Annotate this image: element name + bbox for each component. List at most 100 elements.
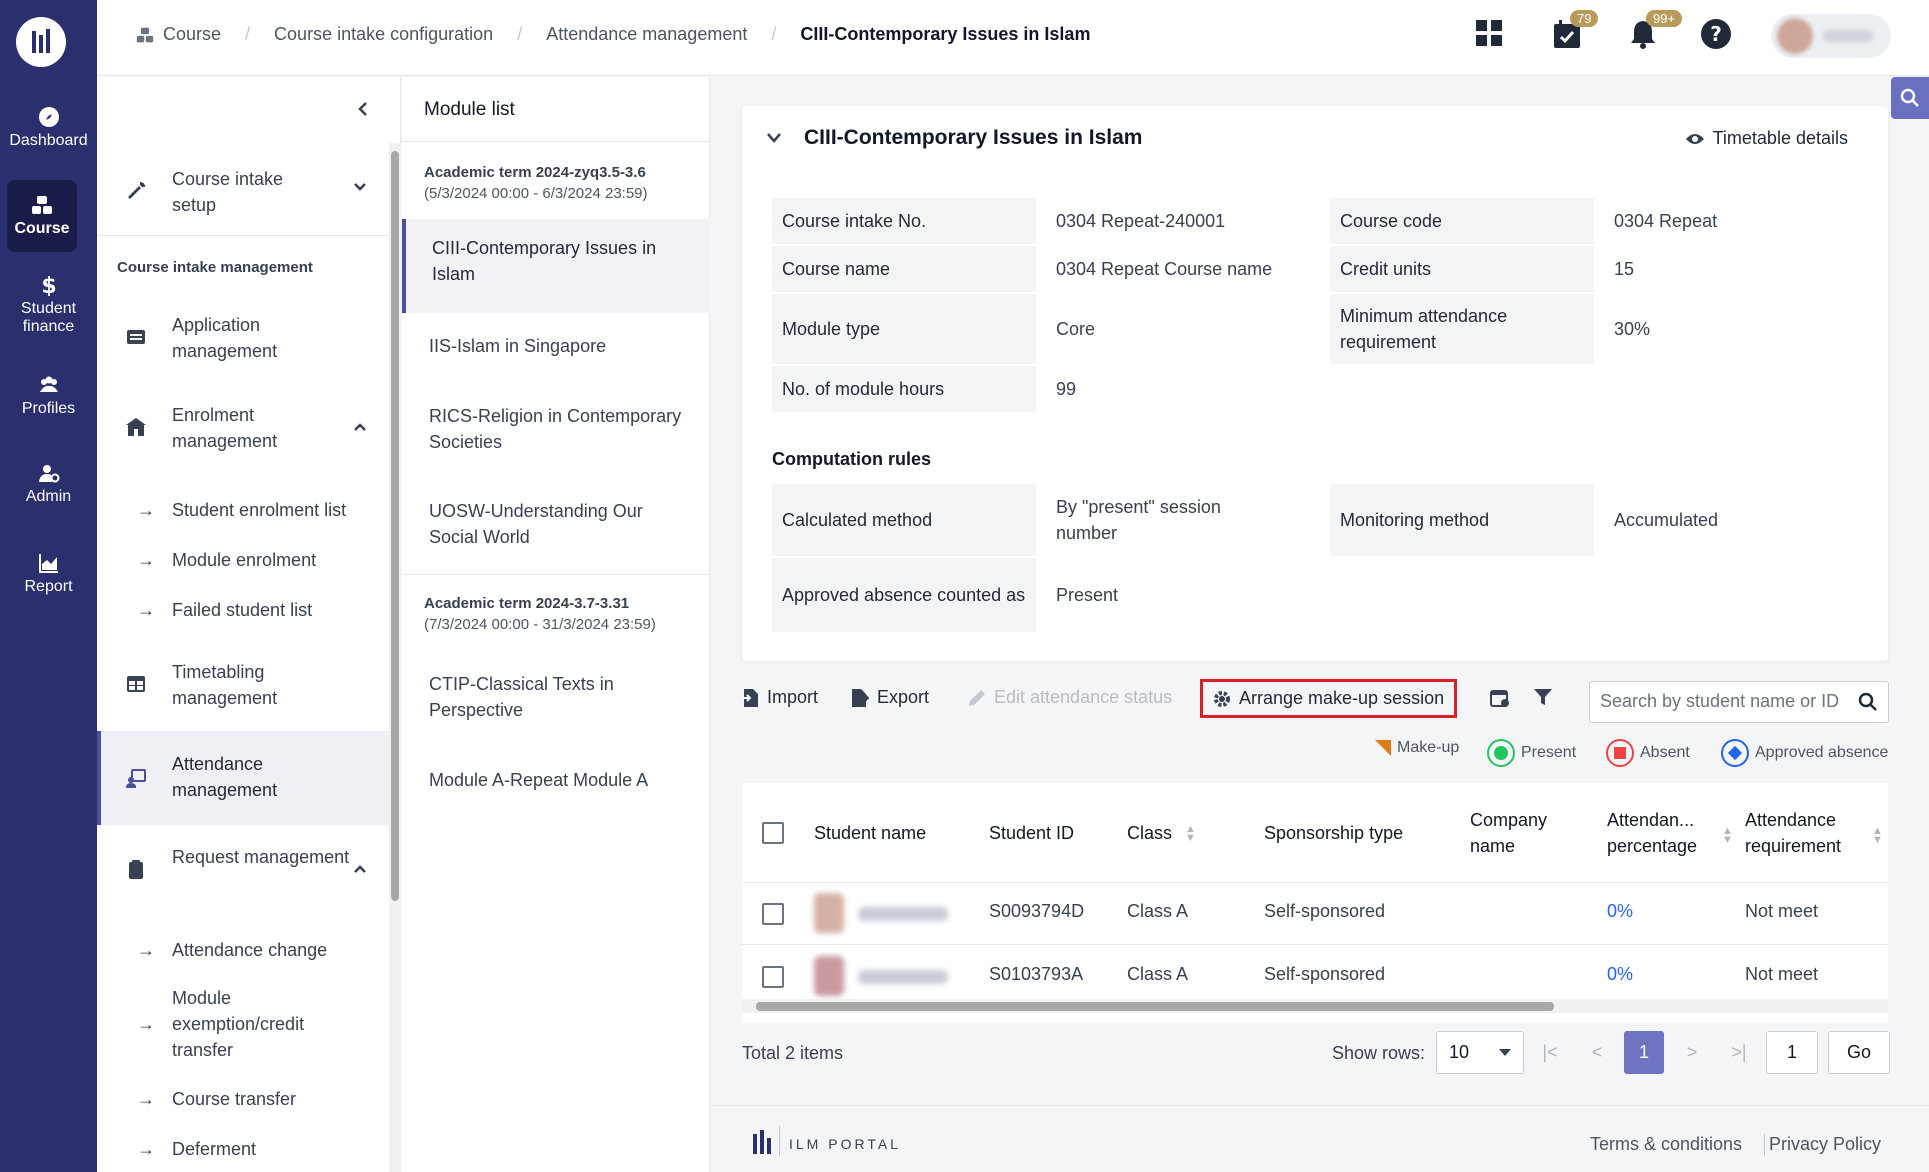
breadcrumb-separator: /: [517, 24, 523, 44]
rail-item-report[interactable]: Report: [0, 552, 97, 596]
sort-icon[interactable]: ▲ ▼: [1722, 826, 1733, 846]
search-icon[interactable]: [1858, 692, 1878, 712]
avatar: [814, 956, 844, 996]
go-button[interactable]: Go: [1828, 1031, 1890, 1074]
top-bar: Course / Course intake configuration / A…: [97, 0, 1929, 76]
card-title: CIII-Contemporary Issues in Islam: [804, 126, 1143, 149]
sub-sidebar: Course intake setup Course intake manage…: [97, 77, 401, 1172]
user-name-blurred: [1823, 30, 1873, 42]
logo-icon: [32, 29, 50, 53]
legend-approved-absence: Approved absence: [1721, 739, 1888, 767]
caret-down-icon: [1499, 1049, 1511, 1056]
row-checkbox[interactable]: [762, 966, 784, 988]
terms-link[interactable]: Terms & conditions: [1590, 1134, 1742, 1155]
col-attendance-requirement[interactable]: Attendance requirement: [1745, 807, 1865, 859]
col-sponsorship-type[interactable]: Sponsorship type: [1264, 820, 1403, 846]
app-logo[interactable]: [16, 17, 66, 67]
pencil-icon: [969, 689, 985, 706]
module-item[interactable]: RICS-Religion in Contemporary Societies: [402, 403, 710, 459]
cell-requirement: Not meet: [1745, 964, 1819, 984]
arrange-make-up-session-button[interactable]: Arrange make-up session: [1200, 679, 1458, 718]
breadcrumb-intake-config[interactable]: Course intake configuration: [274, 24, 493, 45]
module-item[interactable]: CIII-Contemporary Issues in Islam: [402, 219, 710, 313]
boxes-icon: [32, 196, 52, 214]
sidebar-item-failed-student-list[interactable]: → Failed student list: [97, 597, 389, 623]
chevron-down-icon[interactable]: [766, 132, 782, 144]
table-header: Student name Student ID Class ▲ ▼ Sponsor…: [742, 783, 1888, 883]
sidebar-item-request-management[interactable]: Request management: [97, 842, 389, 898]
table-horizontal-scrollbar[interactable]: [742, 999, 1888, 1013]
first-page-button[interactable]: |<: [1530, 1031, 1570, 1074]
col-student-name[interactable]: Student name: [814, 820, 926, 846]
sidebar-item-module-enrolment[interactable]: → Module enrolment: [97, 547, 389, 573]
prev-page-button[interactable]: <: [1577, 1031, 1617, 1074]
cell-attendance-link[interactable]: 0%: [1607, 901, 1633, 922]
filter-button[interactable]: [1533, 687, 1553, 707]
notifications-button[interactable]: 99+: [1628, 10, 1683, 55]
module-item[interactable]: UOSW-Understanding Our Social World: [402, 498, 710, 554]
approved-absence-icon: [1721, 739, 1749, 767]
module-list-panel: Module list Academic term 2024-zyq3.5-3.…: [402, 77, 710, 1172]
floating-search-button[interactable]: [1891, 77, 1929, 119]
sidebar-item-enrolment-management[interactable]: Enrolment management: [97, 400, 389, 456]
sort-icon[interactable]: ▲ ▼: [1185, 824, 1196, 844]
select-all-checkbox[interactable]: [762, 822, 784, 844]
rail-item-admin[interactable]: Admin: [0, 462, 97, 506]
scrollbar-thumb[interactable]: [756, 1002, 1554, 1011]
sidebar-scrollbar[interactable]: [389, 143, 401, 1172]
rows-per-page-select[interactable]: 10: [1436, 1031, 1524, 1074]
table-row[interactable]: S0093794D Class A Self-sponsored 0% Not …: [742, 883, 1888, 945]
calendar-tasks-button[interactable]: 79: [1552, 10, 1599, 55]
last-page-button[interactable]: >|: [1719, 1031, 1759, 1074]
student-name-blurred: [858, 970, 948, 984]
rail-item-course[interactable]: Course: [7, 180, 77, 252]
collapse-sidebar-button[interactable]: [356, 101, 370, 122]
edit-attendance-status-button[interactable]: Edit attendance status: [968, 687, 1172, 708]
sidebar-item-deferment[interactable]: → Deferment: [97, 1136, 389, 1162]
eye-icon: [1685, 133, 1704, 144]
search-input[interactable]: [1600, 691, 1840, 712]
col-student-id[interactable]: Student ID: [989, 820, 1074, 846]
page-1-button[interactable]: 1: [1624, 1031, 1664, 1074]
row-checkbox[interactable]: [762, 903, 784, 925]
timetable-details-link[interactable]: Timetable details: [1685, 128, 1848, 149]
sidebar-item-attendance-change[interactable]: → Attendance change: [97, 937, 389, 963]
sidebar-item-module-exemption[interactable]: → Module exemption/credit transfer: [97, 985, 389, 1065]
rail-item-student-finance[interactable]: $ Student finance: [0, 274, 97, 336]
import-button[interactable]: Import: [741, 687, 818, 708]
cell-class: Class A: [1127, 901, 1189, 921]
apps-grid-button[interactable]: [1474, 18, 1504, 53]
breadcrumb-separator: /: [771, 24, 777, 44]
sidebar-item-timetabling-management[interactable]: Timetabling management: [97, 657, 389, 713]
footer-brand: ILM PORTAL: [789, 1136, 901, 1152]
scrollbar-thumb[interactable]: [391, 151, 399, 901]
sidebar-item-course-transfer[interactable]: → Course transfer: [97, 1086, 389, 1112]
field-label: Monitoring method: [1330, 484, 1594, 556]
sidebar-item-attendance-management[interactable]: Attendance management: [97, 731, 389, 825]
module-item[interactable]: IIS-Islam in Singapore: [402, 333, 710, 359]
rail-item-profiles[interactable]: Profiles: [0, 374, 97, 418]
user-menu[interactable]: [1771, 14, 1891, 58]
help-button[interactable]: ?: [1700, 18, 1732, 55]
sidebar-item-student-enrolment-list[interactable]: → Student enrolment list: [97, 497, 389, 523]
cell-attendance-link[interactable]: 0%: [1607, 964, 1633, 985]
privacy-link[interactable]: Privacy Policy: [1769, 1134, 1881, 1155]
next-page-button[interactable]: >: [1672, 1031, 1712, 1074]
col-company-name[interactable]: Company name: [1470, 807, 1570, 859]
rail-item-dashboard[interactable]: Dashboard: [0, 106, 97, 150]
sidebar-item-course-intake-setup[interactable]: Course intake setup: [97, 164, 389, 220]
sort-icon[interactable]: ▲ ▼: [1872, 826, 1883, 846]
calendar-settings-button[interactable]: [1489, 687, 1511, 709]
sidebar-item-application-management[interactable]: Application management: [97, 310, 389, 366]
module-item[interactable]: Module A-Repeat Module A: [402, 767, 710, 793]
export-button[interactable]: Export: [851, 687, 929, 708]
goto-page-input[interactable]: 1: [1766, 1031, 1818, 1074]
breadcrumb-attendance[interactable]: Attendance management: [546, 24, 747, 45]
breadcrumb-course[interactable]: Course: [163, 24, 221, 45]
term-header: Academic term 2024-3.7-3.31 (7/3/2024 00…: [424, 595, 656, 633]
col-attendance-percentage[interactable]: Attendan... percentage: [1607, 807, 1711, 859]
col-class[interactable]: Class ▲ ▼: [1127, 820, 1196, 846]
left-rail: Dashboard Course $ Student finance Profi…: [0, 0, 97, 1172]
list-card-icon: [127, 330, 145, 344]
module-item[interactable]: CTIP-Classical Texts in Perspective: [402, 671, 710, 727]
